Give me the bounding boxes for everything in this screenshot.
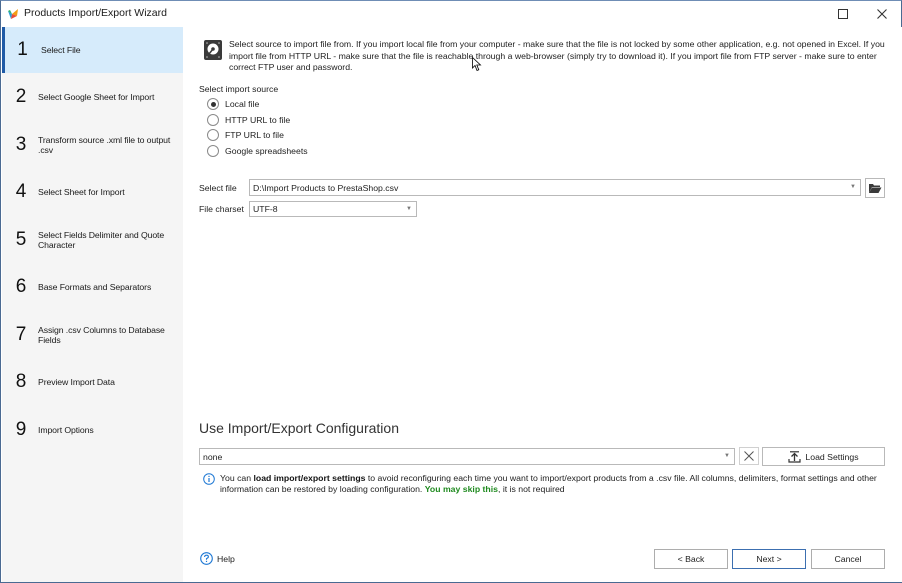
config-section-title: Use Import/Export Configuration [199, 420, 399, 436]
step-label: Select Sheet for Import [38, 187, 125, 197]
file-charset-label: File charset [199, 204, 244, 214]
close-icon [877, 9, 887, 19]
step-select-sheet[interactable]: 4 Select Sheet for Import [2, 169, 183, 215]
help-icon [200, 552, 213, 565]
radio-button[interactable] [207, 129, 219, 141]
step-label: Assign .csv Columns to Database Fields [38, 325, 165, 345]
step-number: 1 [17, 39, 28, 60]
note-skip: You may skip this [424, 484, 498, 494]
radio-button[interactable] [207, 114, 219, 126]
select-file-value: D:\Import Products to PrestaShop.csv [253, 182, 399, 193]
upload-icon [788, 450, 802, 463]
radio-ftp-url[interactable]: FTP URL to file [207, 129, 284, 141]
radio-button[interactable] [207, 145, 219, 157]
chevron-down-icon[interactable]: ▼ [724, 453, 730, 459]
file-charset-value: UTF-8 [253, 204, 278, 214]
radio-local-file[interactable]: Local file [207, 98, 259, 110]
info-icon [203, 473, 215, 485]
help-label[interactable]: Help [217, 554, 235, 564]
select-file-label: Select file [199, 183, 237, 193]
hard-drive-icon [204, 40, 222, 60]
step-assign-columns[interactable]: 7 Assign .csv Columns to Database Fields [2, 312, 183, 358]
wizard-window: Products Import/Export Wizard 1 Select F… [0, 0, 902, 583]
step-transform-xml[interactable]: 3 Transform source .xml file to output .… [2, 122, 183, 168]
step-label: Transform source .xml file to output .cs… [38, 135, 171, 155]
clear-config-button[interactable] [739, 447, 759, 465]
radio-label: HTTP URL to file [225, 115, 291, 125]
radio-label: FTP URL to file [225, 130, 284, 140]
radio-label: Google spreadsheets [225, 146, 308, 156]
maximize-button[interactable] [831, 5, 855, 23]
close-button[interactable] [870, 5, 894, 23]
note-suffix: , it is not required [498, 484, 565, 494]
step-label: Select File [41, 45, 81, 55]
note-prefix: You can [220, 473, 254, 483]
step-label: Base Formats and Separators [38, 282, 152, 292]
step-label: Import Options [38, 425, 94, 435]
note-bold-link: load import/export settings [253, 473, 366, 483]
step-number: 4 [15, 181, 27, 202]
cancel-button[interactable]: Cancel [811, 549, 885, 569]
file-charset-combo[interactable]: UTF-8 ▼ [249, 201, 417, 217]
step-content: Select source to import file from. If yo… [183, 27, 902, 582]
help-link[interactable]: Help [200, 552, 235, 565]
radio-label: Local file [225, 99, 260, 109]
step-label: Select Fields Delimiter and Quote Charac… [38, 230, 165, 250]
step-number: 9 [15, 419, 27, 440]
step-select-google-sheet[interactable]: 2 Select Google Sheet for Import [2, 74, 183, 120]
maximize-icon [838, 9, 848, 19]
step-number: 3 [15, 134, 27, 155]
step-select-file[interactable]: 1 Select File [2, 27, 183, 73]
step-preview-import[interactable]: 8 Preview Import Data [2, 359, 183, 405]
import-source-label: Select import source [199, 84, 279, 94]
load-settings-button[interactable]: Load Settings [762, 447, 885, 466]
radio-http-url[interactable]: HTTP URL to file [207, 114, 290, 126]
step-fields-delimiter[interactable]: 5 Select Fields Delimiter and Quote Char… [2, 217, 183, 263]
select-file-combo[interactable]: D:\Import Products to PrestaShop.csv ▼ [249, 179, 861, 196]
folder-open-icon [869, 184, 882, 193]
step-number: 2 [15, 86, 27, 107]
radio-button[interactable] [207, 98, 219, 110]
title-bar: Products Import/Export Wizard [1, 1, 901, 27]
window-title: Products Import/Export Wizard [24, 7, 167, 19]
step-label: Select Google Sheet for Import [38, 92, 155, 102]
step-number: 5 [15, 229, 27, 250]
step-number: 7 [15, 324, 27, 345]
config-note: You can load import/export settings to a… [220, 473, 890, 495]
app-logo-icon [8, 9, 18, 19]
step-number: 6 [15, 276, 27, 297]
clear-icon [744, 451, 754, 461]
config-combo[interactable]: none ▼ [199, 448, 735, 465]
wizard-steps-sidebar: 1 Select File 2 Select Google Sheet for … [2, 27, 183, 582]
browse-folder-button[interactable] [865, 178, 885, 198]
config-value: none [203, 451, 223, 462]
step-import-options[interactable]: 9 Import Options [2, 407, 183, 453]
radio-google-spreadsheets[interactable]: Google spreadsheets [207, 145, 308, 157]
chevron-down-icon[interactable]: ▼ [850, 184, 856, 190]
back-button[interactable]: < Back [654, 549, 728, 569]
next-button[interactable]: Next > [732, 549, 806, 569]
step-number: 8 [15, 371, 27, 392]
step-base-formats[interactable]: 6 Base Formats and Separators [2, 264, 183, 310]
source-description: Select source to import file from. If yo… [229, 39, 885, 72]
step-label: Preview Import Data [38, 377, 115, 387]
mouse-cursor-icon [472, 57, 482, 72]
chevron-down-icon[interactable]: ▼ [406, 206, 412, 212]
load-settings-label: Load Settings [805, 451, 859, 462]
